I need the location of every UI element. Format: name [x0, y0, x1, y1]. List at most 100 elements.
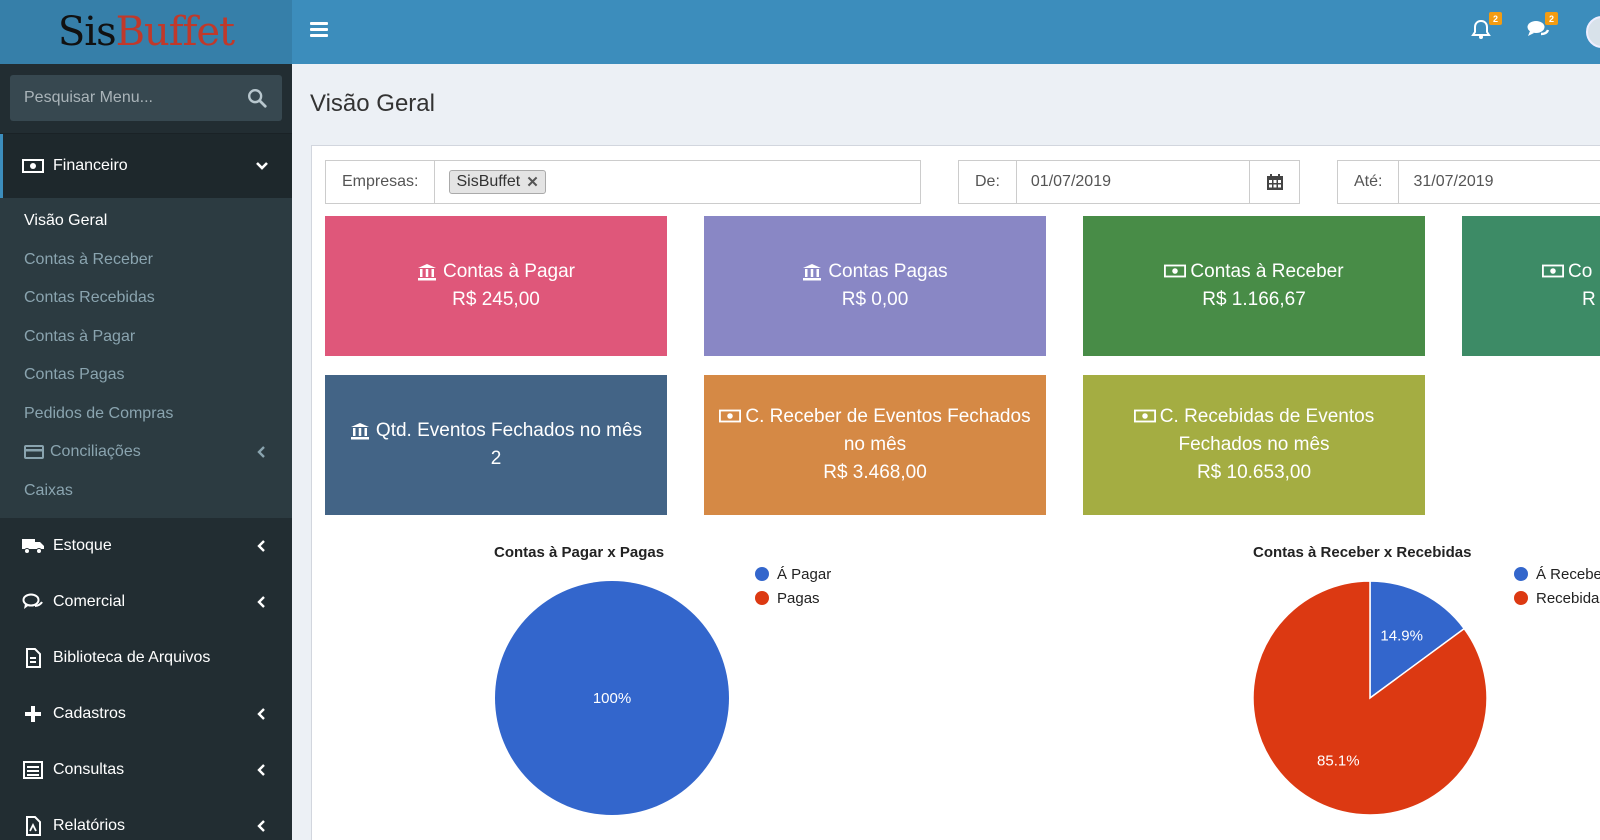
chart2-title: Contas à Receber x Recebidas: [1253, 544, 1472, 561]
menu-estoque[interactable]: Estoque: [0, 518, 292, 574]
card-title: C. Recebidas de Eventos: [1159, 406, 1375, 427]
money-icon: [719, 408, 742, 426]
submenu-label: Caixas: [24, 481, 73, 499]
card-value: R$ 0,00: [841, 289, 909, 310]
card-title-line2: Fechados no mês: [1178, 434, 1330, 455]
money-icon: [1542, 263, 1564, 281]
messages-button[interactable]: 2: [1526, 12, 1558, 44]
menu-biblioteca[interactable]: Biblioteca de Arquivos: [0, 630, 292, 686]
legend-dot: [755, 567, 769, 581]
chart1-pie: 100%: [495, 581, 729, 815]
report-icon: [21, 816, 45, 836]
card-receber-eventos[interactable]: C. Receber de Eventos Fechados no mês R$…: [704, 375, 1046, 515]
card-value: R$ 10.653,00: [1196, 462, 1312, 483]
empresas-select[interactable]: SisBuffet ✕: [435, 161, 920, 203]
menu-relatorios[interactable]: Relatórios: [0, 798, 292, 840]
money-icon: [21, 156, 45, 176]
ate-filter: Até: 31/07/2019: [1337, 160, 1600, 204]
legend-dot: [1514, 567, 1528, 581]
menu-search-input[interactable]: Pesquisar Menu...: [10, 75, 282, 121]
sidebar: SisBuffet Pesquisar Menu... Financeiro V…: [0, 0, 292, 840]
card-title: Qtd. Eventos Fechados no mês: [375, 420, 643, 441]
credit-card-icon: [24, 444, 46, 460]
card-title-line2: no mês: [843, 434, 907, 455]
chart2-pie: 14.9% 85.1%: [1252, 580, 1488, 816]
pie-slice-label: 14.9%: [1380, 627, 1423, 644]
legend-item[interactable]: Á Receber: [1514, 562, 1600, 586]
user-avatar[interactable]: [1586, 16, 1600, 48]
logo-text-a: Sis: [57, 9, 117, 55]
menu-financeiro[interactable]: Financeiro: [0, 134, 292, 198]
money-icon: [1133, 408, 1156, 426]
financeiro-submenu: Visão Geral Contas à Receber Contas Rece…: [0, 198, 292, 518]
card-contas-pagas[interactable]: Contas Pagas R$ 0,00: [704, 216, 1046, 356]
submenu-label: Contas à Receber: [24, 250, 153, 268]
notifications-button[interactable]: 2: [1470, 12, 1502, 44]
messages-badge: 2: [1545, 12, 1558, 25]
menu-label: Consultas: [53, 761, 125, 778]
card-recebidas-eventos[interactable]: C. Recebidas de Eventos Fechados no mês …: [1083, 375, 1425, 515]
legend-item[interactable]: Recebidas: [1514, 586, 1600, 610]
submenu-pedidos-compras[interactable]: Pedidos de Compras: [0, 395, 292, 434]
search-icon[interactable]: [246, 87, 268, 109]
card-title: Contas à Pagar: [442, 261, 576, 282]
menu-cadastros[interactable]: Cadastros: [0, 686, 292, 742]
submenu-conciliacoes[interactable]: Conciliações: [0, 433, 292, 472]
chevron-down-icon: [256, 162, 268, 170]
submenu-contas-pagar[interactable]: Contas à Pagar: [0, 318, 292, 357]
submenu-contas-receber[interactable]: Contas à Receber: [0, 241, 292, 280]
chart1-title: Contas à Pagar x Pagas: [494, 544, 665, 561]
card-contas-pagar[interactable]: Contas à Pagar R$ 245,00: [325, 216, 667, 356]
calendar-button[interactable]: [1249, 161, 1299, 203]
card-contas-receber[interactable]: Contas à Receber R$ 1.166,67: [1083, 216, 1425, 356]
legend-label: Pagas: [777, 589, 820, 607]
chevron-left-icon: [257, 820, 265, 832]
list-icon: [21, 760, 45, 780]
empresa-tag[interactable]: SisBuffet ✕: [449, 170, 546, 194]
logo-text-b: Buffet: [115, 9, 236, 55]
chevron-left-icon: [257, 596, 265, 608]
overview-panel: Empresas: SisBuffet ✕ De: 01/07/2019 Até:…: [311, 145, 1600, 840]
submenu-contas-pagas[interactable]: Contas Pagas: [0, 356, 292, 395]
card-title: Contas à Receber: [1190, 261, 1344, 282]
card-value: R: [1582, 289, 1596, 310]
menu-label: Comercial: [53, 593, 126, 610]
bank-icon: [417, 263, 439, 281]
bank-icon: [802, 263, 824, 281]
submenu-contas-recebidas[interactable]: Contas Recebidas: [0, 279, 292, 318]
ate-label: Até:: [1338, 161, 1400, 203]
de-date-input[interactable]: 01/07/2019: [1017, 161, 1249, 203]
card-title: Co: [1568, 261, 1593, 282]
legend-dot: [1514, 591, 1528, 605]
truck-icon: [21, 536, 45, 556]
chart1-legend: Á Pagar Pagas: [755, 562, 831, 610]
menu-comercial[interactable]: Comercial: [0, 574, 292, 630]
card-qtd-eventos[interactable]: Qtd. Eventos Fechados no mês 2: [325, 375, 667, 515]
submenu-label: Pedidos de Compras: [24, 404, 174, 422]
calendar-icon: [1266, 174, 1283, 190]
remove-tag-icon[interactable]: ✕: [526, 173, 539, 191]
card-contas-recebidas-partial[interactable]: Co R: [1462, 216, 1600, 356]
menu-label: Relatórios: [53, 817, 126, 834]
menu-label: Cadastros: [53, 705, 126, 722]
submenu-label: Contas Pagas: [24, 366, 125, 384]
notifications-badge: 2: [1489, 12, 1502, 25]
submenu-label: Conciliações: [50, 443, 141, 461]
sidebar-toggle-icon[interactable]: [310, 22, 328, 38]
submenu-label: Contas à Pagar: [24, 327, 136, 345]
page-title: Visão Geral: [310, 90, 435, 117]
legend-item[interactable]: Á Pagar: [755, 562, 831, 586]
de-filter: De: 01/07/2019: [958, 160, 1300, 204]
submenu-visao-geral[interactable]: Visão Geral: [0, 202, 292, 241]
money-icon: [1164, 263, 1187, 281]
empresas-filter: Empresas: SisBuffet ✕: [325, 160, 921, 204]
legend-item[interactable]: Pagas: [755, 586, 831, 610]
submenu-label: Visão Geral: [24, 212, 108, 230]
submenu-caixas[interactable]: Caixas: [0, 472, 292, 511]
legend-label: Á Receber: [1536, 565, 1600, 583]
menu-consultas[interactable]: Consultas: [0, 742, 292, 798]
ate-date-input[interactable]: 31/07/2019: [1399, 161, 1600, 203]
logo[interactable]: SisBuffet: [0, 0, 292, 64]
menu-financeiro-label: Financeiro: [53, 157, 128, 174]
card-value: 2: [490, 448, 502, 469]
